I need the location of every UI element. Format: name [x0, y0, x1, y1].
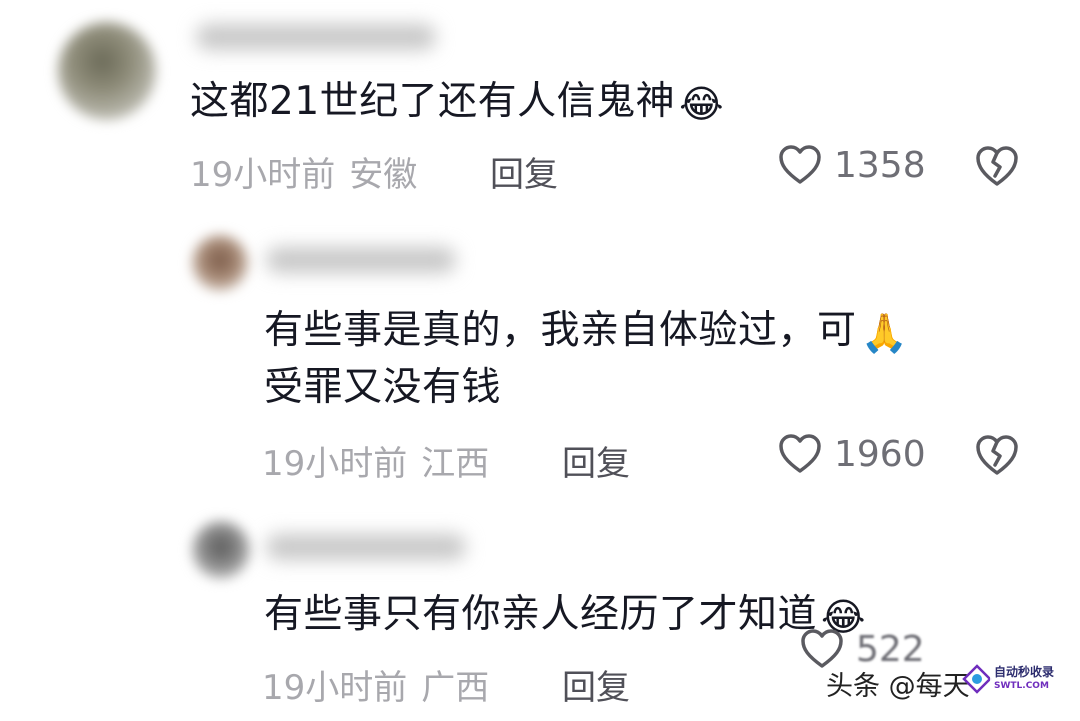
heart-icon [779, 145, 821, 184]
comment-time: 19小时前 [262, 444, 408, 484]
comment-time: 19小时前 [190, 155, 336, 195]
like-button[interactable]: 1960 [778, 433, 926, 475]
watermark-badge-title: 自动秒收录 [994, 665, 1055, 679]
comment-text-body: 这都21世纪了还有人信鬼神 [190, 79, 676, 124]
comment-meta: 19小时前 安徽 [190, 147, 417, 196]
comment-text: 有些事只有你亲人经历了才知道 😂 [264, 586, 866, 643]
comment-text-body: 有些事是真的，我亲自体验过，可 [264, 308, 857, 353]
reply-button[interactable]: 回复 [562, 436, 630, 485]
comment-meta: 19小时前 广西 [262, 660, 489, 709]
heart-icon [779, 434, 821, 473]
comment-list: 这都21世纪了还有人信鬼神 😂 19小时前 安徽 回复 1358 有些事是真的，我亲… [0, 0, 1080, 721]
comment-text-line: 受罪又没有钱 [264, 365, 502, 410]
username-blurred[interactable] [266, 247, 456, 273]
watermark-badge-url: SWTL.COM [994, 681, 1049, 691]
watermark: 头条 @每天 [826, 664, 970, 703]
avatar[interactable] [192, 521, 250, 579]
username-blurred[interactable] [266, 534, 466, 560]
like-button[interactable]: 1358 [778, 144, 926, 186]
like-count: 1960 [834, 433, 926, 475]
laughing-crying-emoji-icon: 😂 [679, 82, 725, 126]
reply-button[interactable]: 回复 [490, 147, 558, 196]
reply-button[interactable]: 回复 [562, 660, 630, 709]
comment-text-body: 有些事只有你亲人经历了才知道 [264, 592, 818, 637]
username-blurred[interactable] [196, 24, 436, 50]
watermark-text: 头条 @每天 [826, 671, 970, 702]
comment-location: 江西 [421, 444, 490, 484]
comment-text: 有些事是真的，我亲自体验过，可 🙏 受罪又没有钱 [264, 302, 908, 416]
broken-heart-icon[interactable] [974, 144, 1020, 188]
comment-location: 广西 [421, 668, 490, 708]
avatar[interactable] [58, 22, 156, 120]
comment-text: 这都21世纪了还有人信鬼神 😂 [190, 73, 724, 130]
folded-hands-emoji-icon: 🙏 [860, 311, 909, 355]
comment-time: 19小时前 [262, 668, 408, 708]
watermark-logo-icon [962, 664, 992, 694]
avatar[interactable] [192, 235, 248, 291]
comment-meta: 19小时前 江西 [262, 436, 489, 485]
like-count: 1358 [834, 144, 926, 186]
broken-heart-icon[interactable] [974, 433, 1020, 477]
comment-location: 安徽 [349, 155, 418, 195]
watermark-badge: 自动秒收录 SWTL.COM [990, 660, 1068, 700]
comment-text-line: 有些事是真的，我亲自体验过，可 🙏 [264, 302, 908, 359]
